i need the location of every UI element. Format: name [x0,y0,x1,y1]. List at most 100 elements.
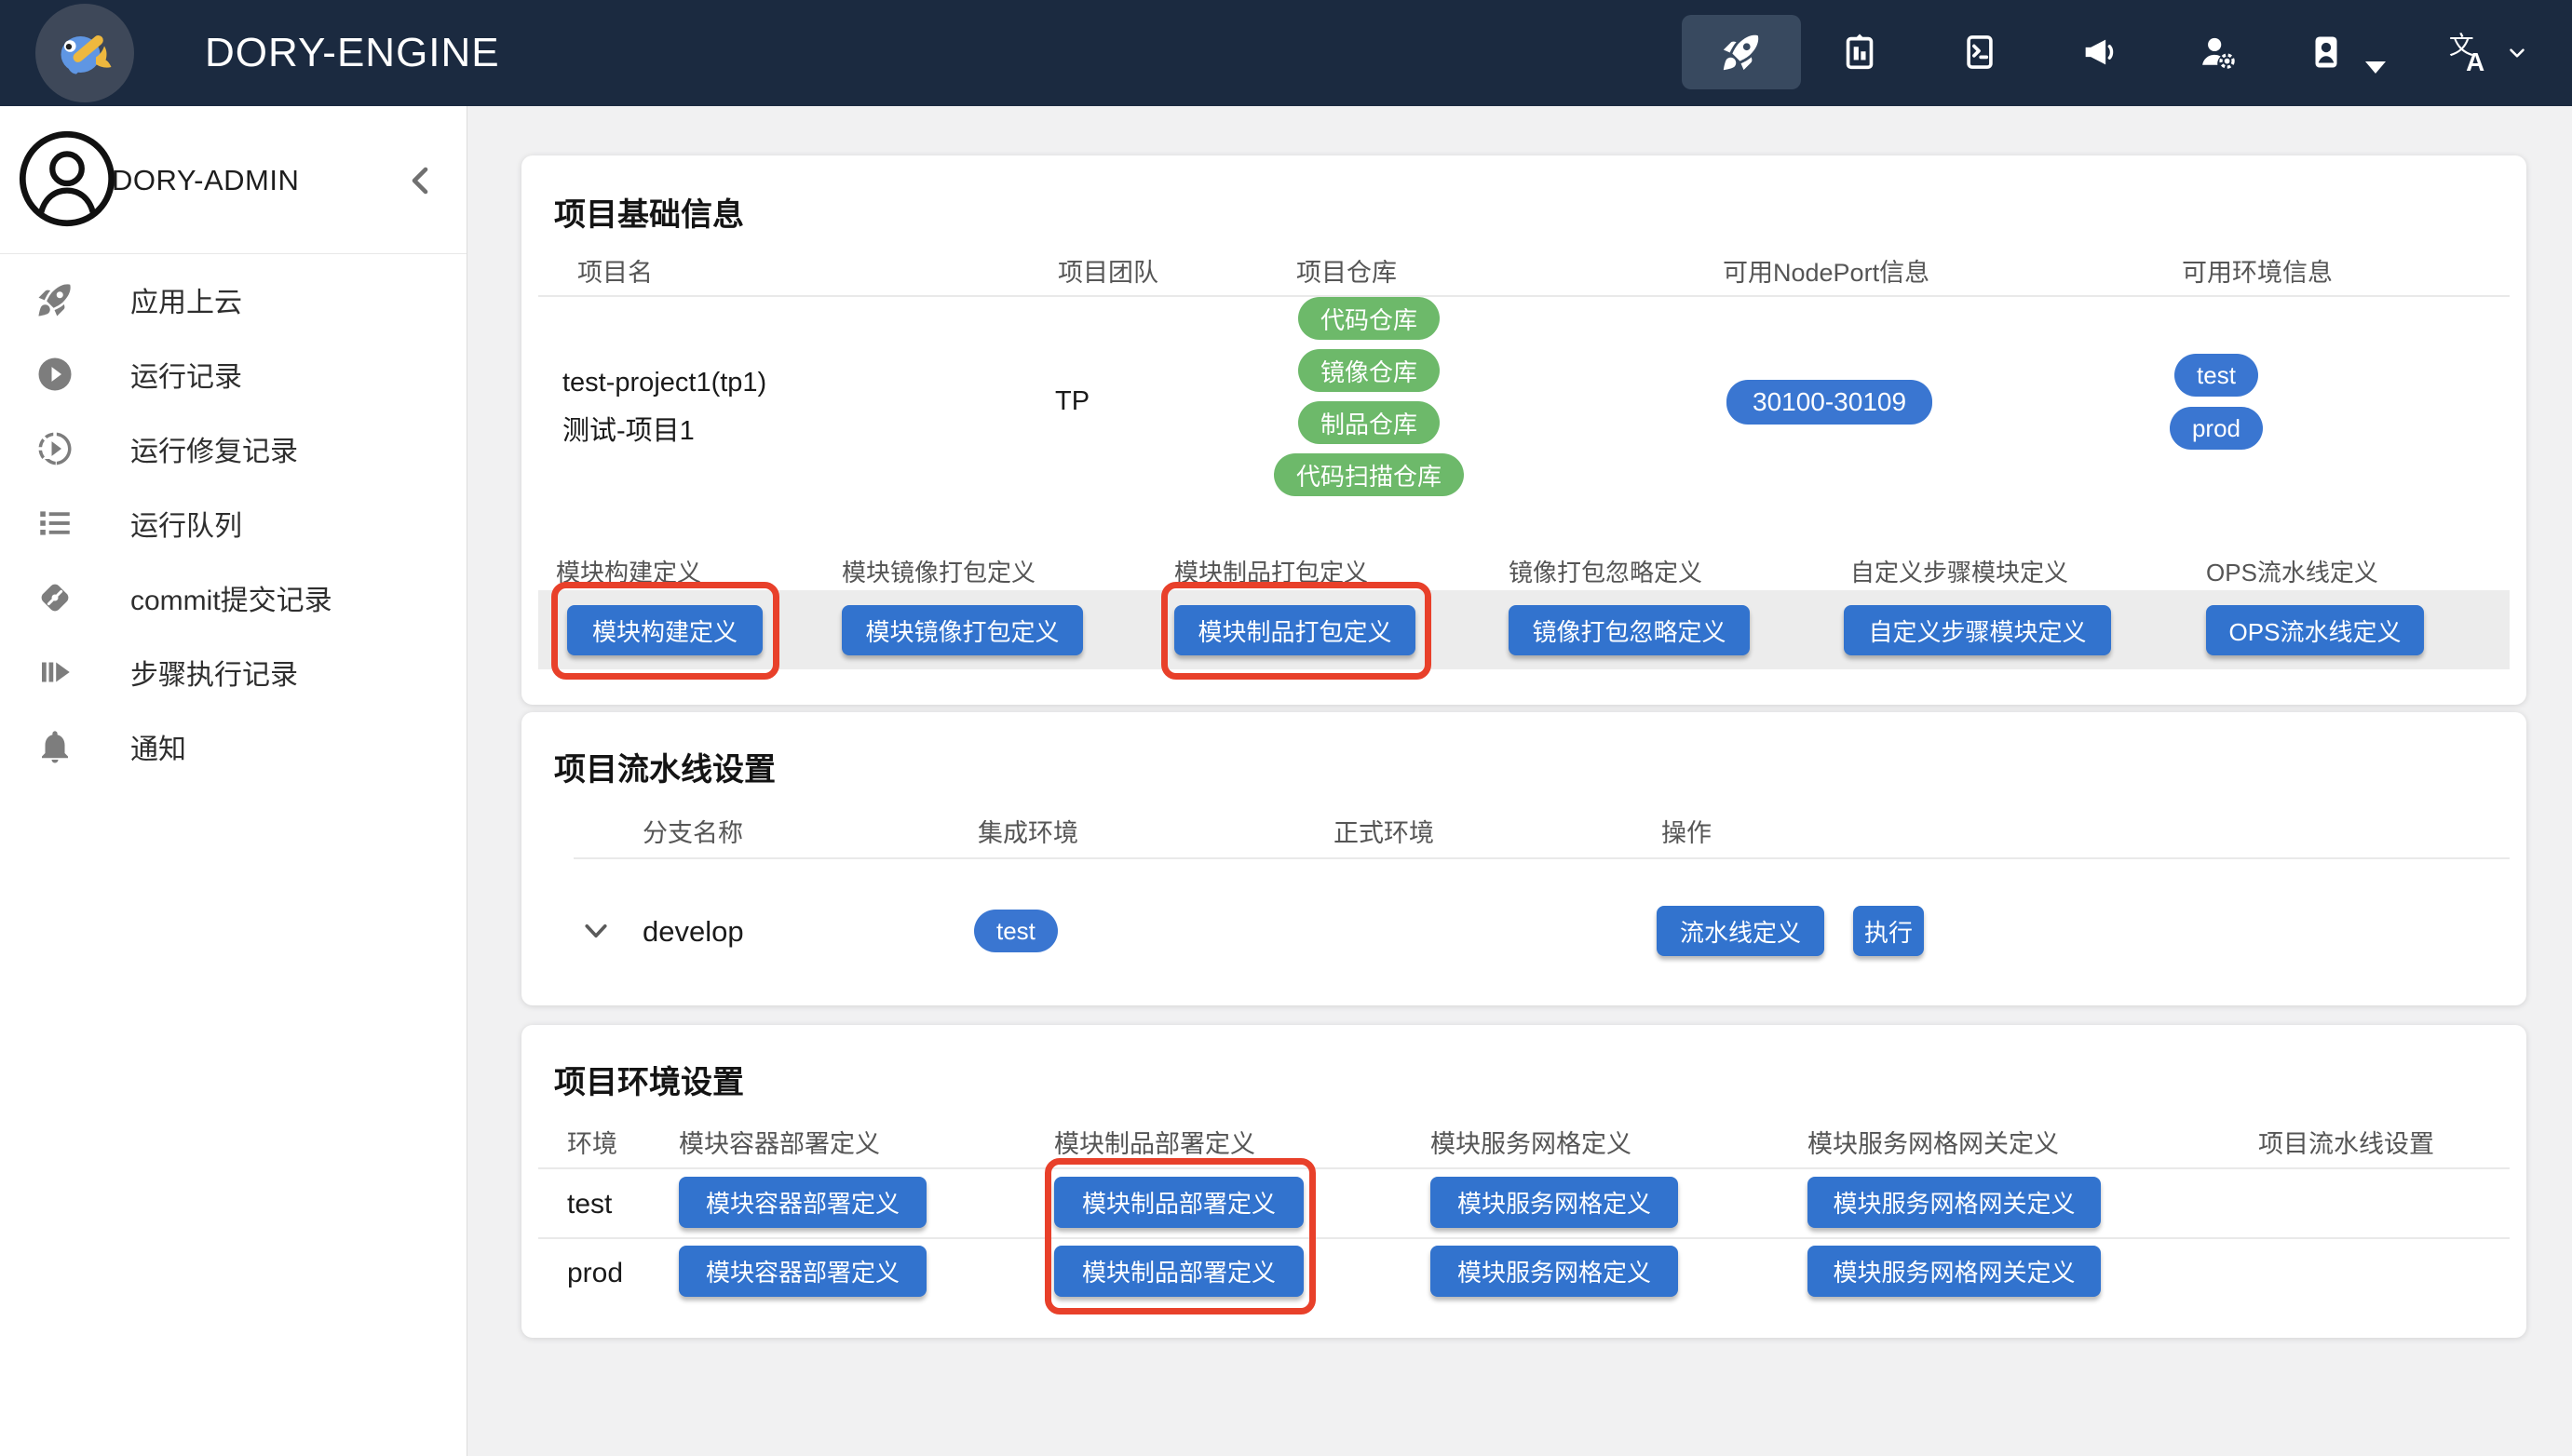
def-header-artifact-pack: 模块制品打包定义 [1174,554,1368,588]
def-header-image-ignore: 镜像打包忽略定义 [1509,554,1702,588]
service-mesh-def-button-prod[interactable]: 模块服务网格定义 [1430,1246,1678,1297]
avatar [17,128,117,229]
custom-step-module-def-button[interactable]: 自定义步骤模块定义 [1844,605,2111,655]
environment-card: 项目环境设置 环境 模块容器部署定义 模块制品部署定义 模块服务网格定义 模块服… [521,1025,2526,1338]
caret-down-icon [2365,61,2386,74]
col-header-repos: 项目仓库 [1296,252,1397,289]
sidebar-item-label: 应用上云 [130,279,242,320]
sidebar-item-step-records[interactable]: 步骤执行记录 [0,635,467,709]
repo-tag: 镜像仓库 [1298,349,1440,392]
sidebar-item-label: commit提交记录 [130,577,332,618]
col-header-team: 项目团队 [1058,252,1158,289]
def-header-image-pack: 模块镜像打包定义 [842,554,1036,588]
git-commit-icon [35,578,74,617]
def-header-build: 模块构建定义 [556,554,701,588]
module-build-def-button[interactable]: 模块构建定义 [567,605,763,655]
chevron-down-icon [2505,41,2529,65]
env-row-label: test [567,1189,612,1220]
sidebar-item-label: 运行记录 [130,354,242,395]
list-icon [35,504,74,543]
branch-name: develop [643,915,744,949]
top-bar: DORY-ENGINE [0,0,2572,106]
repo-tag: 代码扫描仓库 [1274,453,1464,496]
sidebar-item-label: 运行修复记录 [130,428,298,469]
announcement-nav-button[interactable] [2040,15,2159,89]
project-team: TP [1055,386,1090,417]
terminal-nav-button[interactable] [1920,15,2039,89]
mesh-gateway-def-button-prod[interactable]: 模块服务网格网关定义 [1807,1246,2101,1297]
sidebar-item-notifications[interactable]: 通知 [0,709,467,784]
sidebar-item-run-fix-records[interactable]: 运行修复记录 [0,411,467,486]
replay-circle-icon [35,429,74,468]
env-row-label: prod [567,1258,623,1289]
execute-button[interactable]: 执行 [1853,906,1924,956]
sidebar-item-run-queue[interactable]: 运行队列 [0,486,467,560]
integration-env-tag: test [974,910,1058,952]
module-image-pack-def-button[interactable]: 模块镜像打包定义 [842,605,1083,655]
mesh-gateway-def-button-test[interactable]: 模块服务网格网关定义 [1807,1177,2101,1228]
def-header-custom-step: 自定义步骤模块定义 [1850,554,2068,588]
app-title: DORY-ENGINE [205,0,500,106]
image-pack-ignore-def-button[interactable]: 镜像打包忽略定义 [1509,605,1750,655]
svg-text:A: A [2466,47,2484,74]
megaphone-icon [2078,31,2121,74]
account-card-icon [2305,31,2348,74]
divider [538,295,2510,297]
rocket-icon [35,280,74,319]
sidebar-menu: 应用上云 运行记录 运行修复记录 运行队列 commi [0,263,467,784]
repo-tags: 代码仓库 镜像仓库 制品仓库 代码扫描仓库 [1239,297,1499,496]
service-mesh-def-button-test[interactable]: 模块服务网格定义 [1430,1177,1678,1228]
sidebar-user-header: DORY-ADMIN [0,106,467,254]
expand-row-chevron[interactable] [579,914,613,948]
sidebar-item-label: 运行队列 [130,503,242,544]
basic-info-card: 项目基础信息 项目名 项目团队 项目仓库 可用NodePort信息 可用环境信息… [521,155,2526,705]
account-menu-button[interactable] [2268,15,2408,89]
bell-icon [35,727,74,766]
col-header-service-mesh: 模块服务网格定义 [1430,1124,1631,1160]
project-name: test-project1(tp1) [562,368,766,398]
rocket-nav-button[interactable] [1682,15,1801,89]
clipboard-chart-icon [1838,31,1881,74]
dory-fish-icon [51,20,118,87]
divider [574,857,2510,859]
col-header-artifact-deploy: 模块制品部署定义 [1054,1124,1255,1160]
ops-pipeline-def-button[interactable]: OPS流水线定义 [2206,605,2424,655]
language-menu-button[interactable]: 文 A [2414,15,2544,89]
repo-tag: 制品仓库 [1298,401,1440,444]
def-header-ops-pipeline: OPS流水线定义 [2206,554,2378,588]
sidebar-item-run-records[interactable]: 运行记录 [0,337,467,411]
sidebar: DORY-ADMIN 应用上云 运行记录 运行修复记录 运行队列 [0,106,467,1456]
user-settings-nav-button[interactable] [2159,15,2278,89]
col-header-prod-env: 正式环境 [1333,813,1434,849]
col-header-mesh-gateway: 模块服务网格网关定义 [1807,1124,2059,1160]
divider [538,1167,2510,1169]
container-deploy-def-button-prod[interactable]: 模块容器部署定义 [679,1246,927,1297]
translate-icon: 文 A [2447,31,2490,74]
env-tag: prod [2170,407,2263,450]
nodeport-badge: 30100-30109 [1726,380,1932,425]
sidebar-item-label: 通知 [130,726,186,767]
app-logo[interactable] [35,4,134,102]
sidebar-item-app-cloud[interactable]: 应用上云 [0,263,467,337]
col-header-pipeline-settings: 项目流水线设置 [2258,1124,2434,1160]
sidebar-item-commit-records[interactable]: commit提交记录 [0,560,467,635]
tasks-nav-button[interactable] [1800,15,1919,89]
module-artifact-pack-def-button[interactable]: 模块制品打包定义 [1174,605,1415,655]
pipeline-card: 项目流水线设置 分支名称 集成环境 正式环境 操作 develop test 流… [521,712,2526,1005]
rocket-icon [1720,31,1763,74]
artifact-deploy-def-button-prod[interactable]: 模块制品部署定义 [1054,1246,1304,1297]
pipeline-def-button[interactable]: 流水线定义 [1657,906,1824,956]
repo-tag: 代码仓库 [1298,297,1440,340]
col-header-envs: 可用环境信息 [2182,252,2333,289]
play-circle-icon [35,355,74,394]
col-header-nodeport: 可用NodePort信息 [1723,252,1929,289]
env-tag: test [2174,354,2258,397]
pipeline-title: 项目流水线设置 [554,744,776,789]
sidebar-collapse-button[interactable] [399,158,443,203]
artifact-deploy-def-button-test[interactable]: 模块制品部署定义 [1054,1177,1304,1228]
terminal-icon [1958,31,2001,74]
container-deploy-def-button-test[interactable]: 模块容器部署定义 [679,1177,927,1228]
sidebar-item-label: 步骤执行记录 [130,652,298,693]
basic-info-title: 项目基础信息 [554,189,744,235]
environment-title: 项目环境设置 [554,1057,744,1102]
